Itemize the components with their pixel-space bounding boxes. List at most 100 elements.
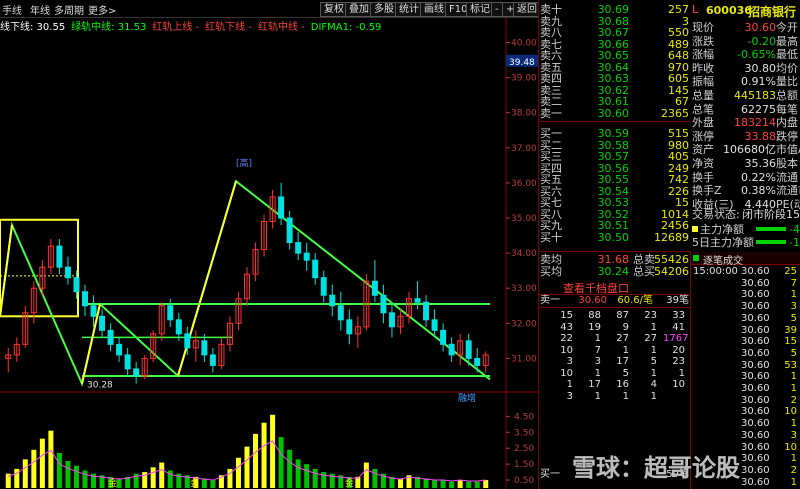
- tick-price: 30.60: [741, 394, 770, 406]
- statistics-button[interactable]: 统计: [395, 2, 423, 17]
- tick-row: 30.60 5: [691, 313, 800, 325]
- queue-cell: 1: [594, 333, 601, 344]
- queue-cell: 4: [650, 379, 657, 390]
- queue-cell: 27: [616, 333, 629, 344]
- stat-value: 0.91%: [741, 75, 776, 89]
- tick-volume: 3: [790, 301, 797, 313]
- tick-price: 30.60: [741, 359, 770, 371]
- vol-tick-label: 4.50: [514, 412, 534, 422]
- candle-body: [90, 305, 97, 317]
- status-value: 闭市阶段: [742, 208, 786, 221]
- lower-signal-label: 金: [345, 477, 354, 489]
- queue-row: 10 1 5 1 1: [539, 368, 691, 380]
- depth-link-label[interactable]: 查看千档盘口: [563, 280, 629, 296]
- candle-body: [116, 343, 123, 356]
- restore-rights-button[interactable]: 复权: [320, 2, 348, 17]
- tick-row: 30.60 3: [691, 301, 800, 313]
- toolbar-item-more[interactable]: 更多>: [88, 2, 116, 17]
- stock-stat-row: 净资 35.36 股本: [690, 157, 800, 170]
- orderbook-row[interactable]: 卖一 30.60 2365: [539, 106, 691, 120]
- tick-header-marker: [693, 255, 699, 261]
- avg-price: 30.24: [597, 265, 630, 278]
- y-tick-label: 36.00: [511, 179, 537, 189]
- queue-cell: 17: [616, 356, 629, 367]
- candle-body: [423, 301, 430, 321]
- queue-cell: 1767: [663, 333, 689, 344]
- stat-label-2: 跌停: [776, 129, 798, 143]
- queue-cell: 15: [560, 310, 573, 321]
- stat-label-2: 均价: [776, 61, 798, 75]
- level-price: 30.50: [597, 230, 630, 244]
- orderbook-row[interactable]: 买十 30.50 12689: [539, 230, 691, 244]
- stat-label: 涨停: [692, 129, 714, 143]
- queue-cell: 43: [560, 321, 573, 333]
- queue-cell: 19: [588, 321, 601, 333]
- overlay-button[interactable]: 叠加: [345, 2, 373, 17]
- queue-divider: [539, 307, 691, 308]
- stat-value: 35.36: [744, 157, 777, 170]
- mark-button[interactable]: 标记: [466, 2, 494, 17]
- stat-label: 换手: [692, 170, 714, 184]
- stock-stat-row: 资产 106680亿市值A: [690, 143, 800, 156]
- tick-volume: 15: [784, 336, 797, 348]
- candle-body: [371, 280, 378, 296]
- stat-label: 外盘: [692, 116, 714, 130]
- price-chart[interactable]: 40.00 39.00 38.00 37.00 36.00 35.00 34.00 33.00…: [0, 18, 538, 489]
- candle-body: [312, 259, 319, 279]
- tick-volume: 2: [790, 464, 797, 476]
- y-tick-label: 33.00: [511, 284, 537, 294]
- stock-stat-row: 总量 445183 总额: [690, 89, 800, 102]
- stock-stat-row: 涨停 33.88 跌停: [690, 130, 800, 143]
- stat-label-2: 市值A: [776, 143, 800, 157]
- stat-label-2: 量比: [776, 75, 798, 89]
- stock-code: 600036: [706, 4, 752, 17]
- status-label: 交易状态:: [692, 208, 740, 221]
- queue-cell: 1: [566, 379, 573, 390]
- candle-body: [346, 319, 353, 335]
- depth-link-bar[interactable]: 查看千档盘口: [539, 280, 691, 295]
- queue-row: 3 3 17 5 23: [539, 356, 691, 368]
- net-main-row: 主力净额 -4: [690, 223, 800, 236]
- queue-cell: 17: [588, 379, 601, 390]
- stock-stat-row: 总笔 62275 每笔: [690, 103, 800, 116]
- net-main-label: 主力净额: [700, 223, 744, 236]
- volume-bar: [363, 462, 369, 488]
- tick-volume: 2: [790, 394, 797, 406]
- tick-price: 30.60: [741, 266, 770, 277]
- stat-value: 0.38%: [741, 184, 776, 198]
- tick-volume: 3: [790, 429, 797, 441]
- draw-line-button[interactable]: 画线: [420, 2, 448, 17]
- queue-row: 10 7 1 1 20: [539, 345, 691, 357]
- tick-price: 30.60: [741, 383, 770, 394]
- volume-bar: [31, 449, 37, 488]
- stat-value: -0.65%: [737, 48, 776, 62]
- tick-volume: 1: [790, 383, 797, 394]
- queue-price: 30.60: [578, 295, 607, 306]
- queue-cell: 22: [560, 333, 573, 344]
- stock-stat-row: 外盘 183214 内盘: [690, 116, 800, 129]
- bottom-tag-label: 融增: [458, 392, 476, 404]
- candle-body: [337, 305, 344, 321]
- vol-tick-label: 3.50: [514, 428, 534, 438]
- volume-bar: [253, 433, 259, 488]
- stat-value: 30.80: [744, 61, 777, 75]
- queue-cell: 23: [672, 356, 685, 367]
- tick-volume: 5: [790, 347, 797, 359]
- volume-bar: [278, 437, 284, 488]
- toolbar-item-daily[interactable]: 手线: [2, 2, 22, 17]
- tick-volume: 10: [784, 406, 797, 418]
- stat-label: 振幅: [692, 75, 714, 89]
- price-tag: 39.48: [509, 58, 535, 68]
- status-number: 15: [786, 208, 800, 221]
- back-button[interactable]: 返回: [513, 2, 541, 17]
- zoom-out-button[interactable]: -: [491, 2, 503, 17]
- toolbar-item-multiperiod[interactable]: 多周期: [54, 2, 84, 17]
- tick-price: 30.60: [741, 429, 770, 441]
- toolbar-item-yearly[interactable]: 年线: [30, 2, 50, 17]
- tick-row: 30.60 39: [691, 325, 800, 337]
- multi-stock-button[interactable]: 多股: [370, 2, 398, 17]
- level-label: 卖一: [540, 106, 562, 120]
- candle-body: [209, 354, 216, 366]
- stat-label: 资产: [692, 143, 714, 157]
- queue-cell: 1: [650, 344, 657, 356]
